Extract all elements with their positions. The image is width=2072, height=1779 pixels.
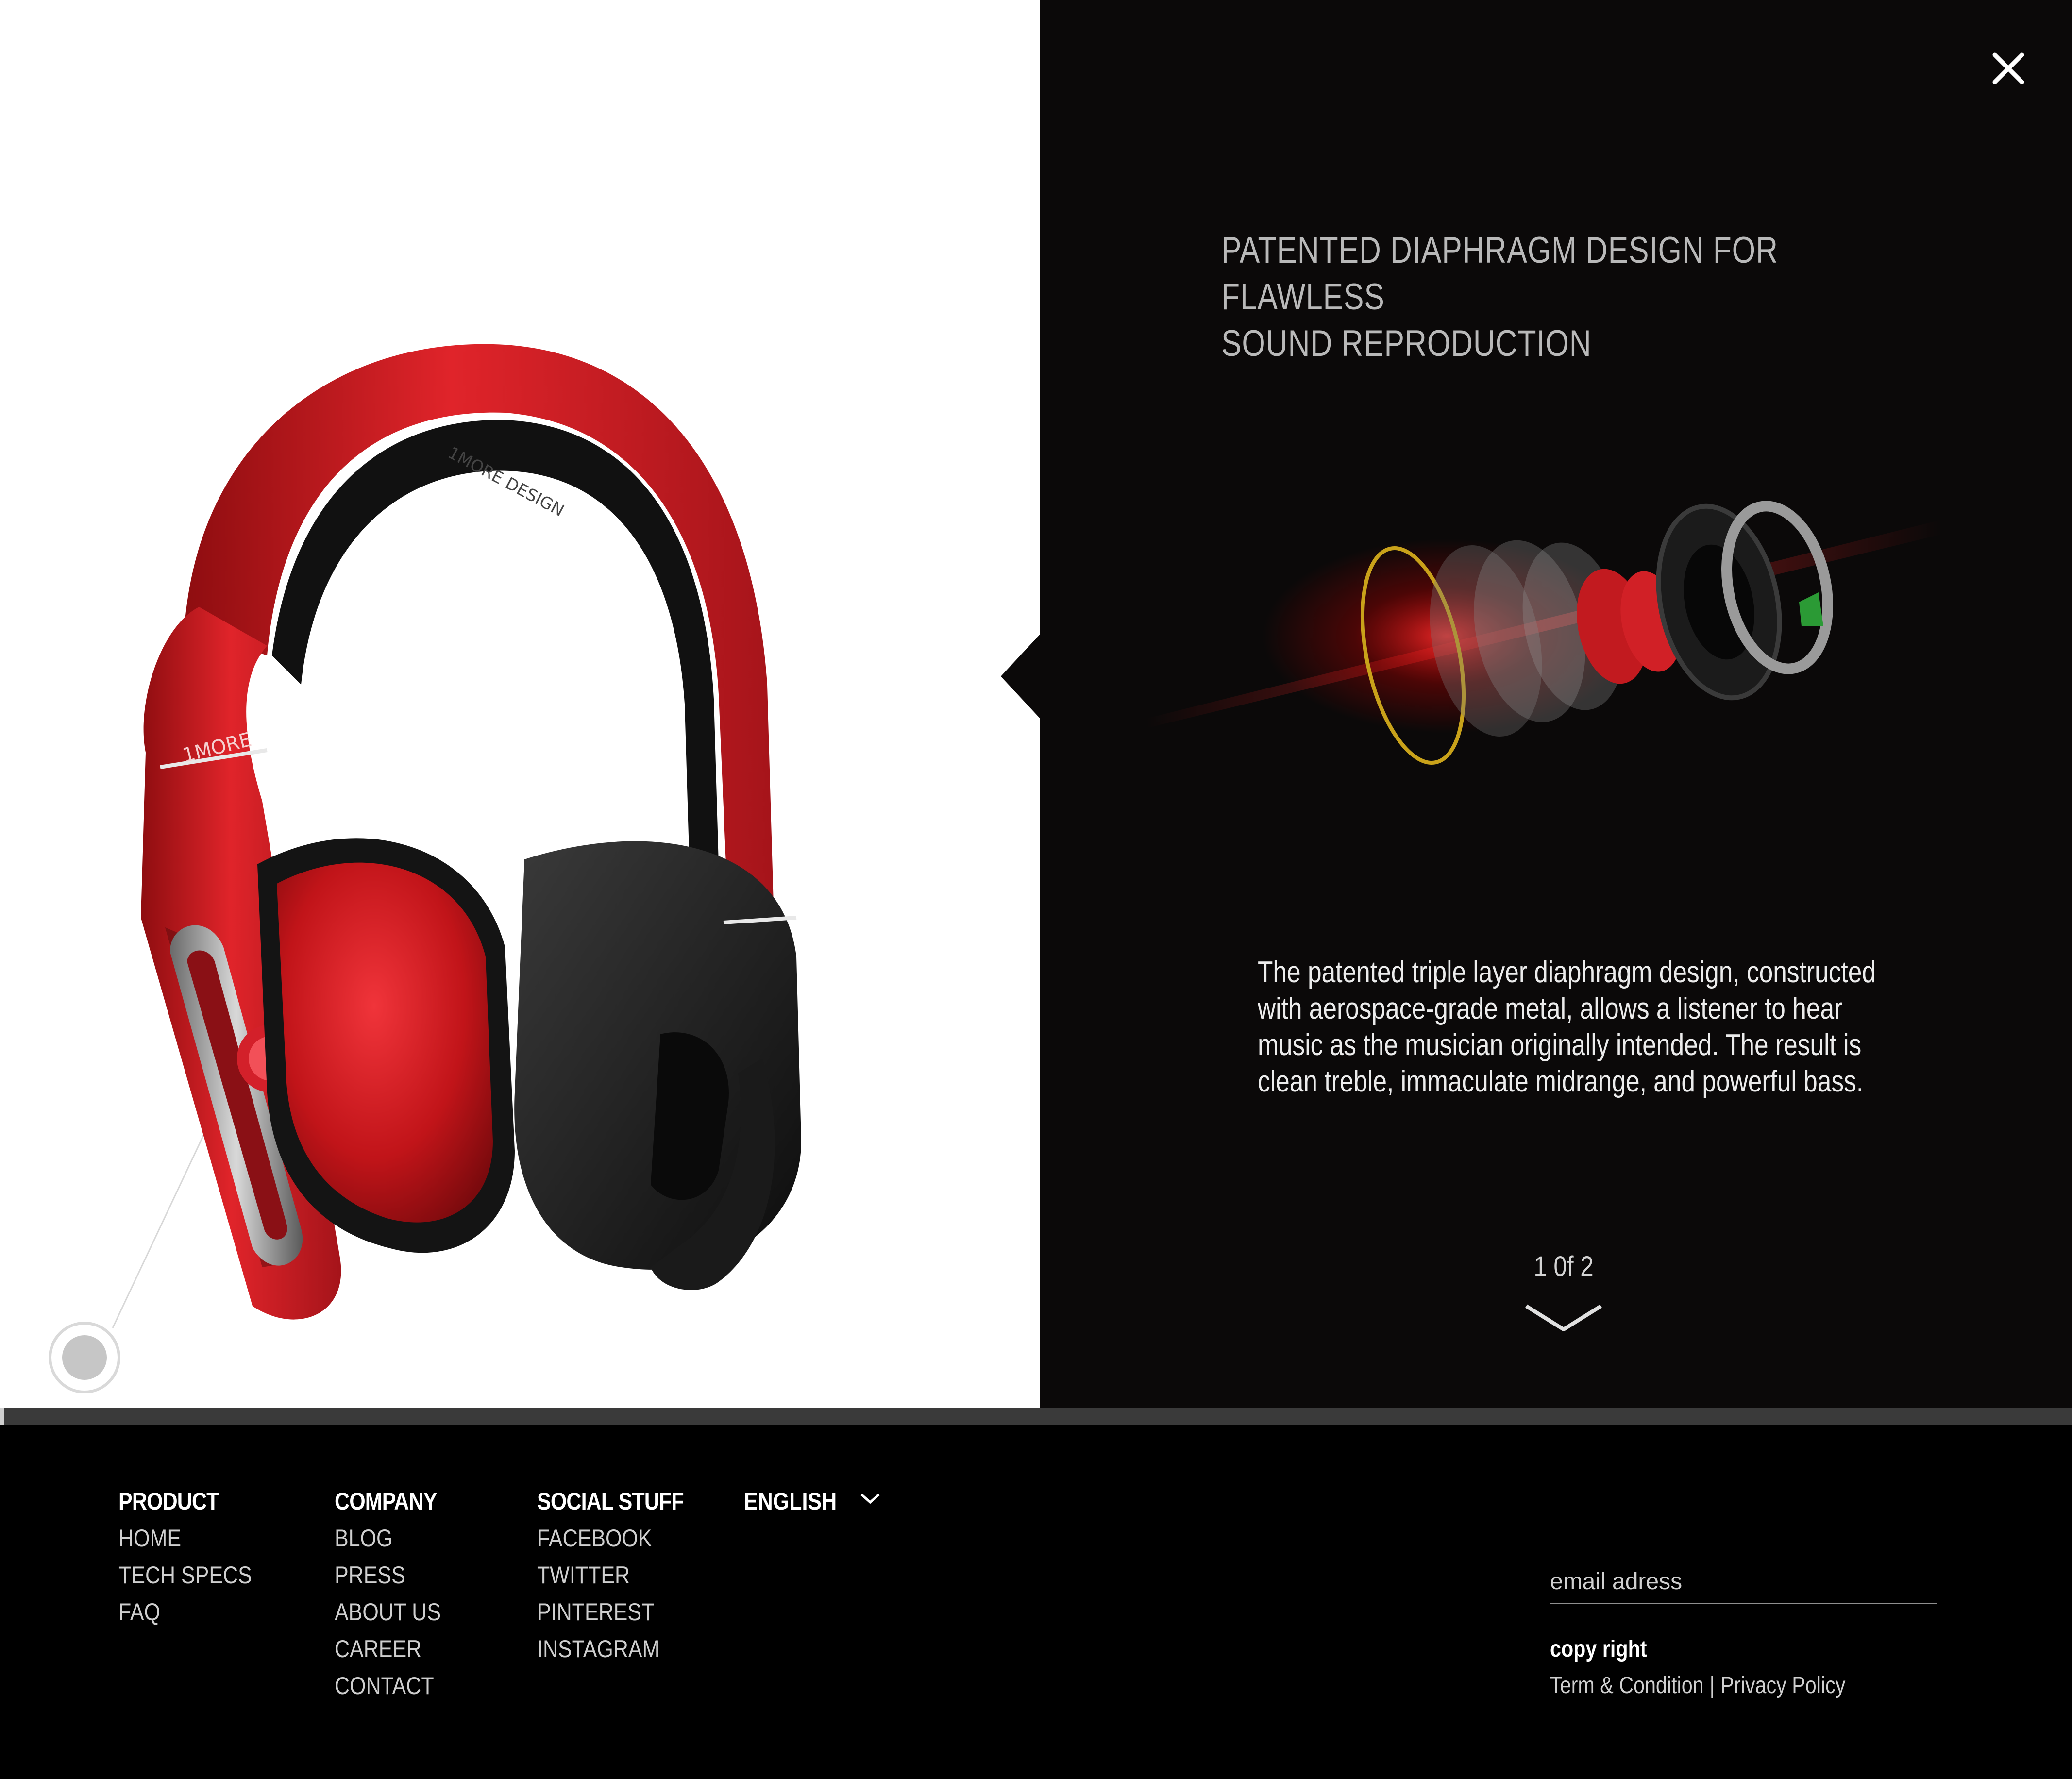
- footer-link-tech-specs[interactable]: TECH SPECS: [118, 1557, 252, 1594]
- footer-link-instagram[interactable]: INSTAGRAM: [537, 1630, 684, 1667]
- footer-link-career[interactable]: CAREER: [335, 1630, 441, 1667]
- legal-links: Term & Condition | Privacy Policy: [1550, 1672, 1845, 1699]
- newsletter-form: [1550, 1565, 1937, 1604]
- language-label: ENGLISH: [744, 1488, 837, 1515]
- footer-column-product: PRODUCT HOME TECH SPECS FAQ: [118, 1483, 274, 1630]
- footer-link-press[interactable]: PRESS: [335, 1557, 441, 1594]
- footer-link-faq[interactable]: FAQ: [118, 1594, 252, 1630]
- footer-heading-social: SOCIAL STUFF: [537, 1488, 684, 1515]
- close-icon: [1992, 52, 2024, 84]
- close-button[interactable]: [1991, 51, 2026, 86]
- legal-separator: |: [1709, 1673, 1715, 1698]
- terms-link[interactable]: Term & Condition: [1550, 1672, 1704, 1699]
- copyright-text: copy right: [1550, 1636, 1647, 1662]
- footer-column-company: COMPANY BLOG PRESS ABOUT US CAREER CONTA…: [335, 1483, 458, 1704]
- divider-edge: [0, 1408, 4, 1425]
- footer-link-pinterest[interactable]: PINTEREST: [537, 1594, 684, 1630]
- language-selector[interactable]: ENGLISH: [744, 1483, 882, 1520]
- footer-link-about-us[interactable]: ABOUT US: [335, 1594, 441, 1630]
- headphones-illustration: 1MORE DESIGN 1MORE: [141, 344, 801, 1320]
- footer-link-facebook[interactable]: FACEBOOK: [537, 1520, 684, 1557]
- footer-heading-product: PRODUCT: [118, 1488, 219, 1515]
- diaphragm-exploded-illustration: [1146, 501, 1942, 765]
- pager-indicator: 1 0f 2: [1533, 1251, 1594, 1282]
- site-footer: PRODUCT HOME TECH SPECS FAQ COMPANY BLOG…: [0, 1425, 2072, 1779]
- footer-link-blog[interactable]: BLOG: [335, 1520, 441, 1557]
- panel-pointer: [1001, 634, 1041, 719]
- feature-description: The patented triple layer diaphragm desi…: [1258, 956, 1876, 1098]
- hotspot-button[interactable]: [49, 1322, 120, 1393]
- footer-link-twitter[interactable]: TWITTER: [537, 1557, 684, 1594]
- email-input[interactable]: [1550, 1565, 1937, 1604]
- footer-column-social: SOCIAL STUFF FACEBOOK TWITTER PINTEREST …: [537, 1483, 708, 1667]
- product-image-panel: 1MORE DESIGN 1MORE: [0, 0, 1040, 1408]
- hotspot-dot-icon: [62, 1335, 107, 1380]
- privacy-link[interactable]: Privacy Policy: [1720, 1672, 1845, 1699]
- footer-link-contact[interactable]: CONTACT: [335, 1667, 441, 1704]
- chevron-down-icon: [860, 1494, 880, 1504]
- feature-title-line-2: SOUND REPRODUCTION: [1221, 323, 1592, 364]
- section-divider: [0, 1408, 2072, 1425]
- feature-title: PATENTED DIAPHRAGM DESIGN FOR FLAWLESS S…: [1221, 227, 1922, 367]
- feature-title-line-1: PATENTED DIAPHRAGM DESIGN FOR FLAWLESS: [1221, 230, 1778, 318]
- chevron-down-icon[interactable]: [1522, 1301, 1605, 1335]
- footer-link-home[interactable]: HOME: [118, 1520, 252, 1557]
- footer-heading-company: COMPANY: [335, 1488, 437, 1515]
